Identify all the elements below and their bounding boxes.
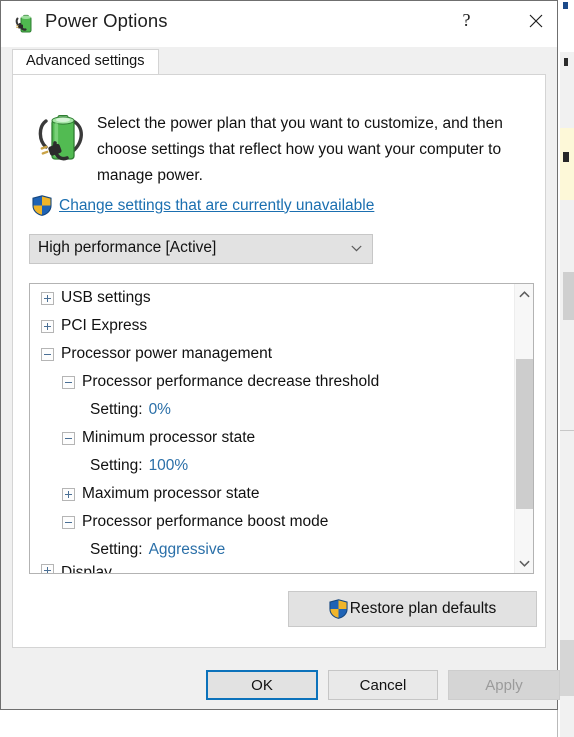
ok-button-label: OK bbox=[251, 676, 273, 694]
cancel-button-label: Cancel bbox=[359, 676, 407, 694]
help-button[interactable]: ? bbox=[444, 5, 489, 36]
restore-plan-defaults-label: Restore plan defaults bbox=[349, 600, 497, 617]
chevron-down-icon bbox=[518, 560, 530, 567]
scroll-down-button[interactable] bbox=[515, 554, 533, 572]
window-title: Power Options bbox=[45, 10, 168, 31]
power-options-dialog: Power Options ? Advanced settings Select… bbox=[0, 0, 560, 710]
tree-item-label: Processor power management bbox=[61, 345, 273, 362]
setting-value[interactable]: 0% bbox=[149, 401, 171, 419]
battery-plug-icon bbox=[38, 115, 83, 161]
background-strip-lower bbox=[560, 640, 574, 696]
apply-button: Apply bbox=[448, 670, 560, 700]
tree-row[interactable]: USB settings bbox=[30, 284, 514, 312]
setting-label: Setting: bbox=[90, 541, 143, 558]
setting-label: Setting: bbox=[90, 457, 143, 474]
background-mark bbox=[563, 2, 568, 9]
tree-row[interactable]: Processor power management bbox=[30, 340, 514, 368]
tree-row[interactable]: Processor performance decrease threshold bbox=[30, 368, 514, 396]
collapse-icon[interactable] bbox=[62, 515, 75, 529]
tree-row[interactable]: Setting: 0% bbox=[30, 396, 514, 424]
battery-plug-icon bbox=[15, 14, 32, 33]
expand-icon[interactable] bbox=[41, 319, 54, 333]
ok-button[interactable]: OK bbox=[206, 670, 318, 700]
background-strip-highlight bbox=[560, 128, 574, 200]
title-bar: Power Options ? bbox=[1, 1, 557, 47]
background-strip bbox=[560, 0, 574, 737]
tree-row[interactable]: Display bbox=[30, 564, 514, 573]
tree-row[interactable]: Minimum processor state bbox=[30, 424, 514, 452]
help-icon: ? bbox=[462, 10, 471, 30]
tree-row[interactable]: Processor performance boost mode bbox=[30, 508, 514, 536]
chevron-up-icon bbox=[518, 290, 530, 297]
tab-advanced-settings[interactable]: Advanced settings bbox=[12, 49, 159, 75]
expand-icon[interactable] bbox=[62, 487, 75, 501]
background-divider bbox=[560, 430, 574, 431]
setting-value[interactable]: 100% bbox=[149, 457, 189, 475]
expand-icon[interactable] bbox=[41, 291, 54, 305]
tree-row[interactable]: PCI Express bbox=[30, 312, 514, 340]
background-mark bbox=[563, 152, 569, 162]
collapse-icon[interactable] bbox=[62, 375, 75, 389]
settings-tree-list: USB settings PCI Express Processor power m… bbox=[30, 284, 514, 573]
apply-button-label: Apply bbox=[485, 676, 523, 694]
settings-tree-scrollbar[interactable] bbox=[514, 284, 533, 573]
background-mark bbox=[564, 58, 568, 66]
tree-row[interactable]: Setting: 100% bbox=[30, 452, 514, 480]
change-settings-link[interactable]: Change settings that are currently unava… bbox=[59, 197, 374, 215]
cancel-button[interactable]: Cancel bbox=[328, 670, 438, 700]
scroll-up-button[interactable] bbox=[515, 285, 533, 303]
close-icon bbox=[529, 14, 542, 27]
description-text: Select the power plan that you want to c… bbox=[97, 115, 503, 184]
tree-row[interactable]: Maximum processor state bbox=[30, 480, 514, 508]
restore-plan-defaults-button[interactable]: Restore plan defaults bbox=[288, 591, 537, 627]
power-plan-select[interactable]: High performance [Active] bbox=[29, 234, 373, 264]
collapse-icon[interactable] bbox=[62, 431, 75, 445]
uac-shield-icon bbox=[329, 599, 348, 619]
chevron-down-icon bbox=[351, 245, 362, 252]
tree-item-label: PCI Express bbox=[61, 317, 148, 334]
tree-item-label: Display bbox=[61, 564, 112, 573]
tree-item-label: Processor performance boost mode bbox=[82, 513, 329, 530]
background-strip-scrollbar bbox=[563, 272, 574, 320]
uac-shield-icon bbox=[32, 195, 52, 216]
setting-label: Setting: bbox=[90, 401, 143, 418]
tree-item-label: USB settings bbox=[61, 289, 151, 306]
setting-value[interactable]: Aggressive bbox=[149, 541, 226, 559]
tab-strip: Advanced settings bbox=[1, 47, 557, 75]
close-button[interactable] bbox=[513, 5, 558, 36]
power-plan-select-value: High performance [Active] bbox=[38, 239, 217, 256]
tree-item-label: Minimum processor state bbox=[82, 429, 256, 446]
advanced-settings-tree[interactable]: USB settings PCI Express Processor power m… bbox=[29, 283, 534, 574]
tree-item-label: Maximum processor state bbox=[82, 485, 260, 502]
expand-icon[interactable] bbox=[41, 564, 54, 573]
tree-item-label: Processor performance decrease threshold bbox=[82, 373, 380, 390]
tree-row[interactable]: Setting: Aggressive bbox=[30, 536, 514, 564]
collapse-icon[interactable] bbox=[41, 347, 54, 361]
change-settings-row[interactable]: Change settings that are currently unava… bbox=[32, 195, 374, 216]
scrollbar-thumb[interactable] bbox=[516, 359, 533, 509]
